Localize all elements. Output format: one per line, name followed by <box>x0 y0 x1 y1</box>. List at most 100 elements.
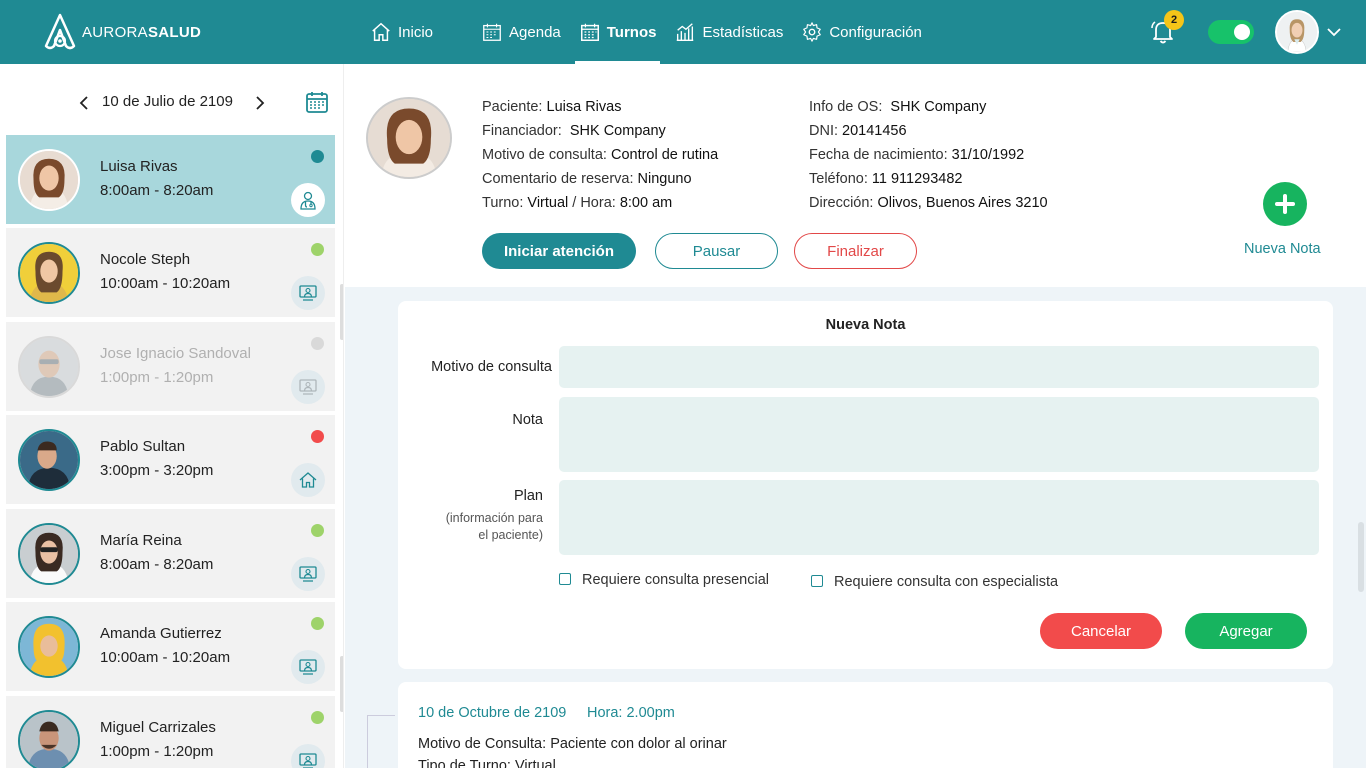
appointment-item[interactable]: Miguel Carrizales 1:00pm - 1:20pm <box>6 696 335 768</box>
video-consult-icon <box>299 566 317 582</box>
start-consult-button[interactable]: Iniciar atención <box>482 233 636 269</box>
home-visit-icon <box>299 472 317 488</box>
patient-photo-icon <box>20 244 78 302</box>
appointment-item[interactable]: Jose Ignacio Sandoval 1:00pm - 1:20pm <box>6 322 335 411</box>
nav-estadisticas-label: Estadísticas <box>702 23 784 41</box>
patient-photo-icon <box>20 712 78 768</box>
current-date: 10 de Julio de 2109 <box>102 93 233 110</box>
appointment-time: 10:00am - 10:20am <box>100 275 231 292</box>
appointment-time: 10:00am - 10:20am <box>100 649 231 666</box>
patient-avatar <box>18 429 80 491</box>
nav-configuracion[interactable]: Configuración <box>799 0 924 64</box>
info-dni: DNI: 20141456 <box>809 123 907 139</box>
chevron-right-icon[interactable] <box>254 96 266 110</box>
patient-photo-icon <box>20 431 78 489</box>
appointment-type-badge <box>291 650 325 684</box>
checkbox-presencial[interactable] <box>559 573 571 585</box>
nav-inicio-label: Inicio <box>398 23 434 41</box>
calendar-icon <box>483 23 501 41</box>
patient-name: Pablo Sultan <box>100 438 186 455</box>
appointments-sidebar: 10 de Julio de 2109 Luisa Rivas 8:00am -… <box>0 64 344 768</box>
nav-turnos-label: Turnos <box>606 23 657 41</box>
chevron-down-icon[interactable] <box>1326 26 1342 38</box>
checkbox-especialista-label: Requiere consulta con especialista <box>834 574 1059 590</box>
status-dot <box>311 524 324 537</box>
appointment-item[interactable]: Luisa Rivas 8:00am - 8:20am <box>6 135 335 224</box>
gear-icon <box>803 22 822 42</box>
nav-agenda[interactable]: Agenda <box>479 0 563 64</box>
patient-name: Amanda Gutierrez <box>100 625 222 642</box>
motivo-label: Motivo de consulta <box>431 359 552 375</box>
appointment-item[interactable]: Amanda Gutierrez 10:00am - 10:20am <box>6 602 335 691</box>
nav-estadisticas[interactable]: Estadísticas <box>672 0 785 64</box>
video-consult-icon <box>299 379 317 395</box>
chevron-left-icon[interactable] <box>78 96 90 110</box>
patient-name: Nocole Steph <box>100 251 191 268</box>
patient-avatar <box>18 523 80 585</box>
plan-textarea[interactable] <box>559 480 1319 555</box>
appointment-type-badge <box>291 463 325 497</box>
appointment-type-badge <box>291 557 325 591</box>
brand-logo[interactable]: AURORASALUD <box>42 12 201 52</box>
patient-avatar <box>18 336 80 398</box>
new-note-form: Nueva Nota Motivo de consulta Nota Plan … <box>398 301 1333 669</box>
sidebar-scrollbar[interactable] <box>340 656 343 712</box>
pause-button[interactable]: Pausar <box>655 233 778 269</box>
checkbox-especialista[interactable] <box>811 575 823 587</box>
sidebar-scrollbar[interactable] <box>340 284 343 340</box>
patient-name: Miguel Carrizales <box>100 719 216 736</box>
doctor-avatar-icon <box>1277 12 1317 52</box>
status-dot <box>311 337 324 350</box>
add-note-button[interactable]: Agregar <box>1185 613 1307 649</box>
info-motivo: Motivo de consulta: Control de rutina <box>482 147 719 163</box>
patient-name: Jose Ignacio Sandoval <box>100 345 251 362</box>
nota-textarea[interactable] <box>559 397 1319 472</box>
status-dot <box>311 617 324 630</box>
status-dot <box>311 430 324 443</box>
patient-photo-icon <box>20 618 78 676</box>
info-comentario: Comentario de reserva: Ninguno <box>482 171 692 187</box>
user-avatar[interactable] <box>1275 10 1319 54</box>
nav-inicio[interactable]: Inicio <box>368 0 435 64</box>
patient-avatar <box>18 242 80 304</box>
appointment-type-badge <box>291 183 325 217</box>
calendar-grid-icon <box>580 23 599 41</box>
info-direccion: Dirección: Olivos, Buenos Aires 3210 <box>809 195 1048 211</box>
plan-label: Plan <box>513 488 543 504</box>
appointment-item[interactable]: Nocole Steph 10:00am - 10:20am <box>6 228 335 317</box>
video-consult-icon <box>299 659 317 675</box>
nota-label: Nota <box>512 412 543 428</box>
history-motivo: Motivo de Consulta: Paciente con dolor a… <box>418 736 727 752</box>
checkbox-presencial-label: Requiere consulta presencial <box>582 572 769 588</box>
info-telefono: Teléfono: 11 911293482 <box>809 171 963 187</box>
add-note-plus-icon[interactable] <box>1263 182 1307 226</box>
status-dot <box>311 243 324 256</box>
nav-turnos[interactable]: Turnos <box>574 0 661 64</box>
finish-button[interactable]: Finalizar <box>794 233 917 269</box>
appointment-type-badge <box>291 276 325 310</box>
patient-info-right: Info de OS: SHK Company DNI: 20141456 Fe… <box>809 95 1048 215</box>
add-note-link[interactable]: Nueva Nota <box>1244 241 1321 257</box>
history-note-card[interactable]: 10 de Octubre de 2109 Hora: 2.00pm Motiv… <box>398 682 1333 768</box>
appointment-time: 8:00am - 8:20am <box>100 556 214 573</box>
patient-name: María Reina <box>100 532 182 549</box>
info-os: Info de OS: SHK Company <box>809 99 987 115</box>
calendar-picker-icon[interactable] <box>305 90 329 114</box>
info-turno: Turno: Virtual / Hora: 8:00 am <box>482 195 673 211</box>
appointment-item[interactable]: Pablo Sultan 3:00pm - 3:20pm <box>6 415 335 504</box>
patient-photo-icon <box>368 99 450 177</box>
appointment-item[interactable]: María Reina 8:00am - 8:20am <box>6 509 335 598</box>
info-paciente: Paciente: Luisa Rivas <box>482 99 622 115</box>
cancel-button[interactable]: Cancelar <box>1040 613 1162 649</box>
status-dot <box>311 711 324 724</box>
home-icon <box>372 22 390 41</box>
patient-avatar <box>18 710 80 768</box>
motivo-input[interactable] <box>559 346 1319 388</box>
patient-name: Luisa Rivas <box>100 158 178 175</box>
main-content: Paciente: Luisa Rivas Financiador: SHK C… <box>345 64 1366 768</box>
timeline-connector <box>367 715 395 768</box>
availability-toggle[interactable] <box>1208 20 1254 44</box>
main-scrollbar[interactable] <box>1358 522 1364 592</box>
note-form-title: Nueva Nota <box>825 317 906 333</box>
info-financiador: Financiador: SHK Company <box>482 123 666 139</box>
